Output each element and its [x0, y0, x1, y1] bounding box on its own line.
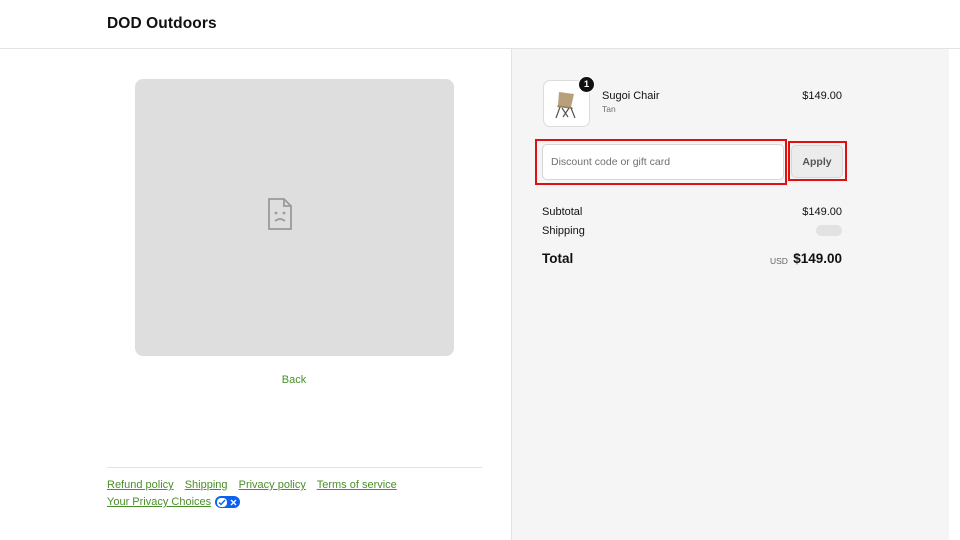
subtotal-label: Subtotal	[542, 206, 583, 218]
terms-of-service-link[interactable]: Terms of service	[317, 479, 397, 491]
shipping-placeholder	[816, 225, 842, 236]
privacy-choices-link[interactable]: Your Privacy Choices	[107, 496, 211, 508]
broken-image-icon	[268, 198, 292, 230]
product-preview	[135, 79, 454, 356]
discount-code-input[interactable]	[542, 144, 784, 180]
privacy-choices-toggle-icon[interactable]	[215, 496, 241, 508]
header: DOD Outdoors	[0, 0, 960, 49]
privacy-policy-link[interactable]: Privacy policy	[239, 479, 306, 491]
footer-policy-links: Refund policy Shipping Privacy policy Te…	[107, 479, 405, 491]
item-variant: Tan	[602, 104, 616, 114]
total-label: Total	[542, 251, 574, 266]
privacy-choices-row: Your Privacy Choices	[107, 496, 241, 508]
refund-policy-link[interactable]: Refund policy	[107, 479, 174, 491]
apply-button[interactable]: Apply	[791, 145, 843, 178]
total-currency: USD	[770, 256, 788, 266]
back-link[interactable]: Back	[0, 374, 588, 386]
store-brand[interactable]: DOD Outdoors	[107, 15, 217, 33]
subtotal-value: $149.00	[802, 206, 842, 218]
close-icon	[229, 498, 238, 507]
shipping-label: Shipping	[542, 225, 585, 237]
item-price: $149.00	[802, 90, 842, 102]
quantity-badge: 1	[578, 76, 595, 93]
item-name: Sugoi Chair	[602, 90, 660, 102]
total-value: $149.00	[793, 251, 842, 266]
check-icon	[217, 497, 228, 507]
shipping-policy-link[interactable]: Shipping	[185, 479, 228, 491]
footer-divider	[107, 467, 482, 468]
page-edge	[949, 49, 960, 540]
